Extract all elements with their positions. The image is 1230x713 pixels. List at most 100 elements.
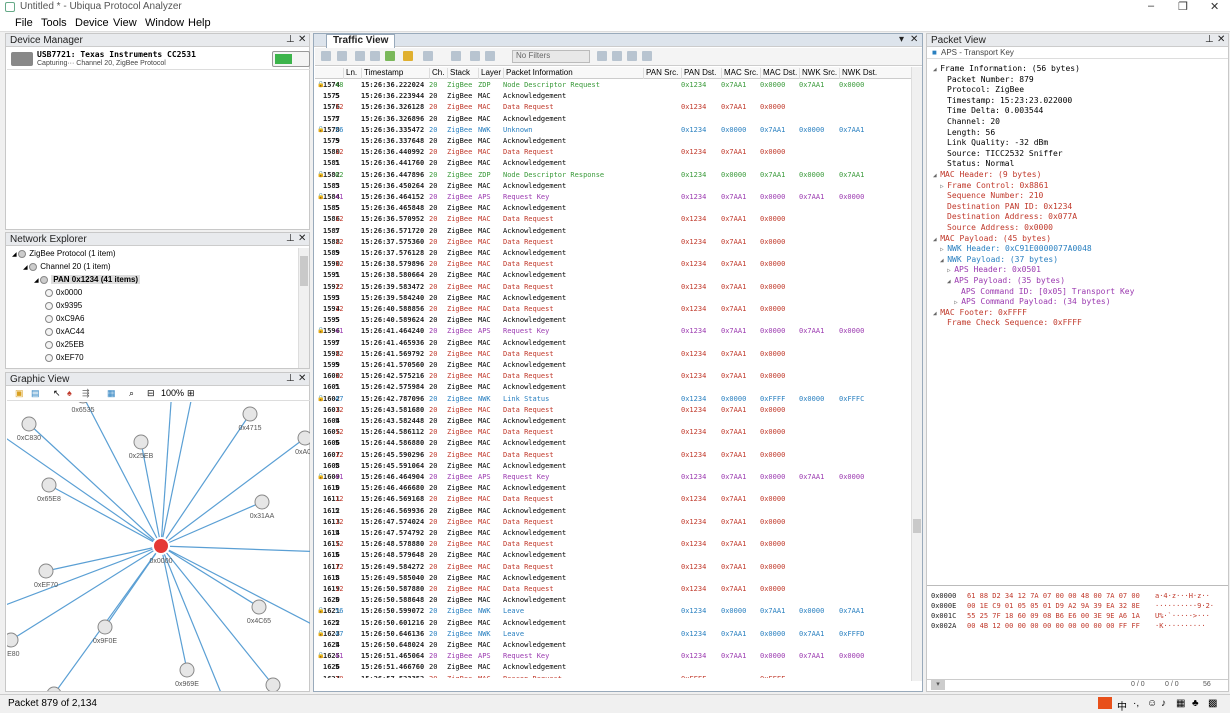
packet-field[interactable]: Source: TICC2532 Sniffer — [947, 149, 1063, 158]
table-row[interactable]: 🔒 1625 41 15:26:51.465064 20 ZigBee APS Request… — [315, 651, 912, 662]
table-row[interactable]: 1593 5 15:26:39.584240 20 ZigBee MAC Acknowled… — [315, 293, 912, 304]
table-row[interactable]: 1607 12 15:26:45.590296 20 ZigBee MAC Data Req… — [315, 450, 912, 461]
coordinator-node[interactable] — [152, 537, 170, 555]
packet-field[interactable]: APS Command ID: [0x05] Transport Key — [961, 287, 1134, 296]
filter-icon[interactable] — [597, 51, 607, 61]
table-row[interactable]: 1622 5 15:26:50.601216 20 ZigBee MAC Acknowled… — [315, 618, 912, 629]
table-row[interactable]: 1611 12 15:26:46.569168 20 ZigBee MAC Data Req… — [315, 494, 912, 505]
table-row[interactable]: 🔒 1584 41 15:26:36.464152 20 ZigBee APS Request… — [315, 192, 912, 203]
table-row[interactable]: 🔒 1574 48 15:26:36.222024 20 ZigBee ZDP Node De… — [315, 80, 912, 91]
packet-field[interactable]: ◢ MAC Footer: 0xFFFF — [933, 308, 1027, 317]
dropdown-icon[interactable]: ▾ — [899, 34, 904, 45]
col-nwk-src[interactable]: NWK Src. — [799, 68, 837, 79]
filter-input[interactable]: No Filters — [512, 50, 590, 63]
tree-item[interactable]: 0xC9A6 — [45, 314, 84, 323]
view-icon[interactable]: ▦ — [107, 388, 116, 399]
tree-item[interactable]: 0xAC44 — [45, 327, 84, 336]
import-icon[interactable] — [370, 51, 380, 61]
graph-node[interactable] — [251, 599, 267, 615]
col-mac-src[interactable]: MAC Src. — [721, 68, 758, 79]
close-icon[interactable]: ✕ — [298, 34, 306, 45]
col-mac-dst[interactable]: MAC Dst. — [760, 68, 797, 79]
table-row[interactable]: 1619 12 15:26:50.587880 20 ZigBee MAC Data Req… — [315, 584, 912, 595]
packet-field[interactable]: ◢ Frame Information: (56 bytes) — [933, 64, 1080, 73]
table-row[interactable]: 1597 5 15:26:41.465936 20 ZigBee MAC Acknowled… — [315, 338, 912, 349]
graph-node[interactable] — [133, 434, 149, 450]
col-nwk-dst[interactable]: NWK Dst. — [839, 68, 877, 79]
table-row[interactable]: 1620 5 15:26:50.588648 20 ZigBee MAC Acknowled… — [315, 595, 912, 606]
table-row[interactable]: 1613 12 15:26:47.574024 20 ZigBee MAC Data Req… — [315, 517, 912, 528]
restore-button[interactable]: ❐ — [1178, 0, 1188, 13]
table-row[interactable]: 🔒 1596 41 15:26:41.464240 20 ZigBee APS Request… — [315, 326, 912, 337]
mic-icon[interactable]: ♪ — [1161, 698, 1166, 709]
table-row[interactable]: 1579 5 15:26:36.337648 20 ZigBee MAC Acknowled… — [315, 136, 912, 147]
grid-icon[interactable]: ▩ — [1208, 698, 1217, 709]
col-timestamp[interactable]: Timestamp — [361, 68, 403, 79]
menu-help[interactable]: Help — [188, 17, 211, 29]
ime-punct[interactable]: ·, — [1133, 698, 1139, 709]
filter-add-icon[interactable] — [612, 51, 622, 61]
table-row[interactable]: 1589 5 15:26:37.576128 20 ZigBee MAC Acknowled… — [315, 248, 912, 259]
network-graph[interactable]: 0x6535 0xC830 0x4715 0x25EB 0xA06 0x65E8 0x31A… — [7, 402, 310, 691]
tree-item[interactable]: ◢ ZigBee Protocol (1 item) — [12, 249, 116, 258]
shirt-icon[interactable]: ♣ — [1192, 698, 1199, 709]
pin-icon[interactable]: ⊥ — [286, 34, 295, 45]
table-row[interactable]: 1612 5 15:26:46.569936 20 ZigBee MAC Acknowled… — [315, 506, 912, 517]
collapse-icon[interactable]: ▾ — [931, 680, 945, 690]
zoom-in-icon[interactable]: ⊞ — [187, 388, 195, 399]
col-packet-info[interactable]: Packet Information — [503, 68, 573, 79]
open-folder-icon[interactable]: ▣ — [15, 388, 24, 399]
clear-icon[interactable] — [451, 51, 461, 61]
tree-item[interactable]: 0x0000 — [45, 288, 82, 297]
table-row[interactable]: 1576 12 15:26:36.326128 20 ZigBee MAC Data Req… — [315, 102, 912, 113]
col-pan-src[interactable]: PAN Src. — [643, 68, 678, 79]
table-row[interactable]: 1616 5 15:26:48.579648 20 ZigBee MAC Acknowled… — [315, 550, 912, 561]
col-channel[interactable]: Ch. — [429, 68, 444, 79]
menu-device[interactable]: Device — [75, 17, 109, 29]
graph-node[interactable] — [97, 619, 113, 635]
arrange-icon[interactable]: ⇶ — [82, 388, 90, 399]
table-row[interactable]: 1583 5 15:26:36.450264 20 ZigBee MAC Acknowled… — [315, 181, 912, 192]
packet-field[interactable]: ◢ NWK Payload: (37 bytes) — [940, 255, 1058, 264]
keyboard-icon[interactable]: ▦ — [1176, 698, 1185, 709]
table-row[interactable]: 1585 5 15:26:36.465848 20 ZigBee MAC Acknowled… — [315, 203, 912, 214]
back-icon[interactable] — [470, 51, 480, 61]
table-row[interactable]: 🔒 1623 47 15:26:50.646136 20 ZigBee NWK Leave 0x… — [315, 629, 912, 640]
table-row[interactable]: 1624 5 15:26:50.648024 20 ZigBee MAC Acknowled… — [315, 640, 912, 651]
minimize-button[interactable]: – — [1148, 0, 1154, 12]
table-row[interactable]: 1603 12 15:26:43.581680 20 ZigBee MAC Data Req… — [315, 405, 912, 416]
col-stack[interactable]: Stack — [447, 68, 470, 79]
tree-item[interactable]: 0x25EB — [45, 340, 84, 349]
table-row[interactable]: 🔒 1621 56 15:26:50.599072 20 ZigBee NWK Leave 0x… — [315, 606, 912, 617]
packet-field[interactable]: Link Quality: -32 dBm — [947, 138, 1048, 147]
table-row[interactable]: 1617 12 15:26:49.584272 20 ZigBee MAC Data Req… — [315, 562, 912, 573]
table-row[interactable]: 1580 12 15:26:36.440992 20 ZigBee MAC Data Req… — [315, 147, 912, 158]
close-icon[interactable]: ✕ — [298, 233, 306, 244]
table-row[interactable]: 1614 5 15:26:47.574792 20 ZigBee MAC Acknowled… — [315, 528, 912, 539]
table-row[interactable]: 1626 5 15:26:51.466760 20 ZigBee MAC Acknowled… — [315, 662, 912, 673]
table-row[interactable]: 1615 12 15:26:48.578880 20 ZigBee MAC Data Req… — [315, 539, 912, 550]
table-row[interactable]: 1592 12 15:26:39.583472 20 ZigBee MAC Data Req… — [315, 282, 912, 293]
bookmark-icon[interactable] — [403, 51, 413, 61]
packet-field[interactable]: ◢ MAC Header: (9 bytes) — [933, 170, 1041, 179]
table-row[interactable]: 1598 12 15:26:41.569792 20 ZigBee MAC Data Req… — [315, 349, 912, 360]
close-icon[interactable]: ✕ — [298, 373, 306, 384]
table-row[interactable]: 1577 5 15:26:36.326896 20 ZigBee MAC Acknowled… — [315, 114, 912, 125]
layout-icon[interactable]: ▤ — [31, 388, 40, 399]
export-icon[interactable] — [355, 51, 365, 61]
packet-field[interactable]: Frame Check Sequence: 0xFFFF — [947, 318, 1082, 327]
table-row[interactable]: 1587 5 15:26:36.571720 20 ZigBee MAC Acknowled… — [315, 226, 912, 237]
packet-field[interactable]: Length: 56 — [947, 128, 995, 137]
table-row[interactable]: 1590 12 15:26:38.579896 20 ZigBee MAC Data Req… — [315, 259, 912, 270]
packet-field[interactable]: Sequence Number: 210 — [947, 191, 1043, 200]
close-icon[interactable]: ✕ — [910, 34, 918, 45]
packet-field[interactable]: Status: Normal — [947, 159, 1014, 168]
graph-node[interactable] — [41, 477, 57, 493]
graph-node[interactable] — [7, 632, 19, 648]
search-icon[interactable]: ⌕ — [129, 388, 134, 399]
new-icon[interactable] — [321, 51, 331, 61]
pin-icon[interactable]: ⊥ — [286, 373, 295, 384]
zoom-out-icon[interactable]: ⊟ — [147, 388, 155, 399]
tab-traffic-view[interactable]: Traffic View — [326, 34, 396, 48]
col-ln[interactable]: Ln. — [343, 68, 357, 79]
